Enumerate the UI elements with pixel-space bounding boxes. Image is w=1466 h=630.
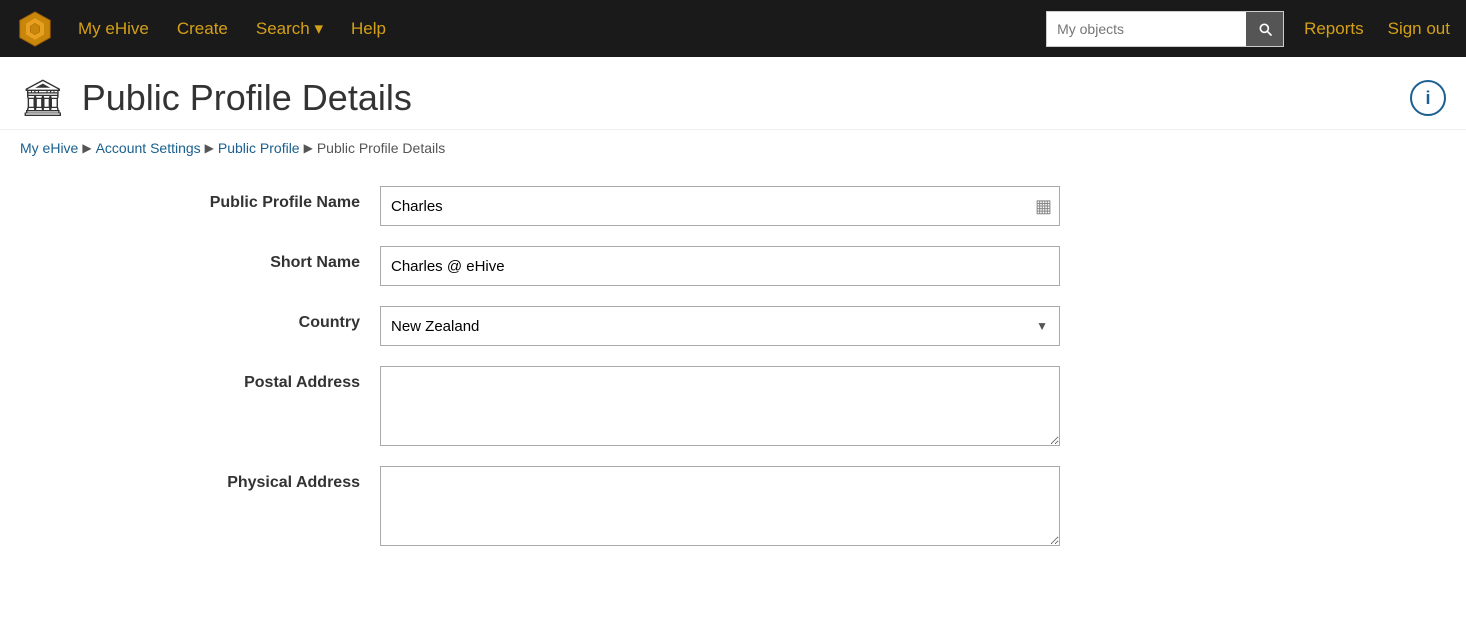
form-row-public-profile-name: Public Profile Name ▦ [40, 186, 1060, 226]
breadcrumb-my-ehive[interactable]: My eHive [20, 140, 78, 156]
input-wrapper-name: ▦ [380, 186, 1060, 226]
short-name-input[interactable] [380, 246, 1060, 286]
label-physical-address: Physical Address [40, 466, 380, 492]
info-button[interactable]: i [1410, 80, 1446, 116]
search-icon [1257, 21, 1273, 37]
field-public-profile-name: ▦ [380, 186, 1060, 226]
breadcrumb-current: Public Profile Details [317, 140, 445, 156]
search-input[interactable] [1046, 11, 1246, 47]
breadcrumb-sep-2: ▶ [205, 141, 214, 155]
form-row-physical-address: Physical Address [40, 466, 1060, 546]
label-public-profile-name: Public Profile Name [40, 186, 380, 212]
label-country: Country [40, 306, 380, 332]
nav-create[interactable]: Create [177, 19, 228, 39]
field-short-name [380, 246, 1060, 286]
navbar-links: My eHive Create Search ▾ Help [78, 19, 1046, 39]
form-row-short-name: Short Name [40, 246, 1060, 286]
logo[interactable] [16, 10, 54, 48]
breadcrumb-sep-1: ▶ [82, 141, 91, 155]
physical-address-input[interactable] [380, 466, 1060, 546]
nav-my-ehive[interactable]: My eHive [78, 19, 149, 39]
label-short-name: Short Name [40, 246, 380, 272]
form-row-country: Country New Zealand Australia United Kin… [40, 306, 1060, 346]
navbar: My eHive Create Search ▾ Help Reports Si… [0, 0, 1466, 57]
breadcrumb: My eHive ▶ Account Settings ▶ Public Pro… [0, 130, 1466, 176]
form-row-postal-address: Postal Address [40, 366, 1060, 446]
select-wrapper-country: New Zealand Australia United Kingdom Uni… [380, 306, 1060, 346]
nav-search[interactable]: Search ▾ [256, 19, 323, 39]
postal-address-input[interactable] [380, 366, 1060, 446]
page-title: Public Profile Details [82, 77, 412, 119]
field-country: New Zealand Australia United Kingdom Uni… [380, 306, 1060, 346]
page-header: 🏛 Public Profile Details i [0, 57, 1466, 130]
country-select[interactable]: New Zealand Australia United Kingdom Uni… [380, 306, 1060, 346]
page-icon: 🏛 [20, 77, 66, 119]
nav-reports[interactable]: Reports [1304, 19, 1364, 39]
breadcrumb-account-settings[interactable]: Account Settings [96, 140, 201, 156]
label-postal-address: Postal Address [40, 366, 380, 392]
field-postal-address [380, 366, 1060, 446]
breadcrumb-public-profile[interactable]: Public Profile [218, 140, 300, 156]
search-area [1046, 11, 1284, 47]
navbar-right: Reports Sign out [1304, 19, 1450, 39]
nav-sign-out[interactable]: Sign out [1388, 19, 1450, 39]
field-physical-address [380, 466, 1060, 546]
public-profile-name-input[interactable] [380, 186, 1060, 226]
search-button[interactable] [1246, 11, 1284, 47]
logo-icon [16, 10, 54, 48]
form-container: Public Profile Name ▦ Short Name Country… [0, 176, 1100, 586]
breadcrumb-sep-3: ▶ [304, 141, 313, 155]
nav-help[interactable]: Help [351, 19, 386, 39]
